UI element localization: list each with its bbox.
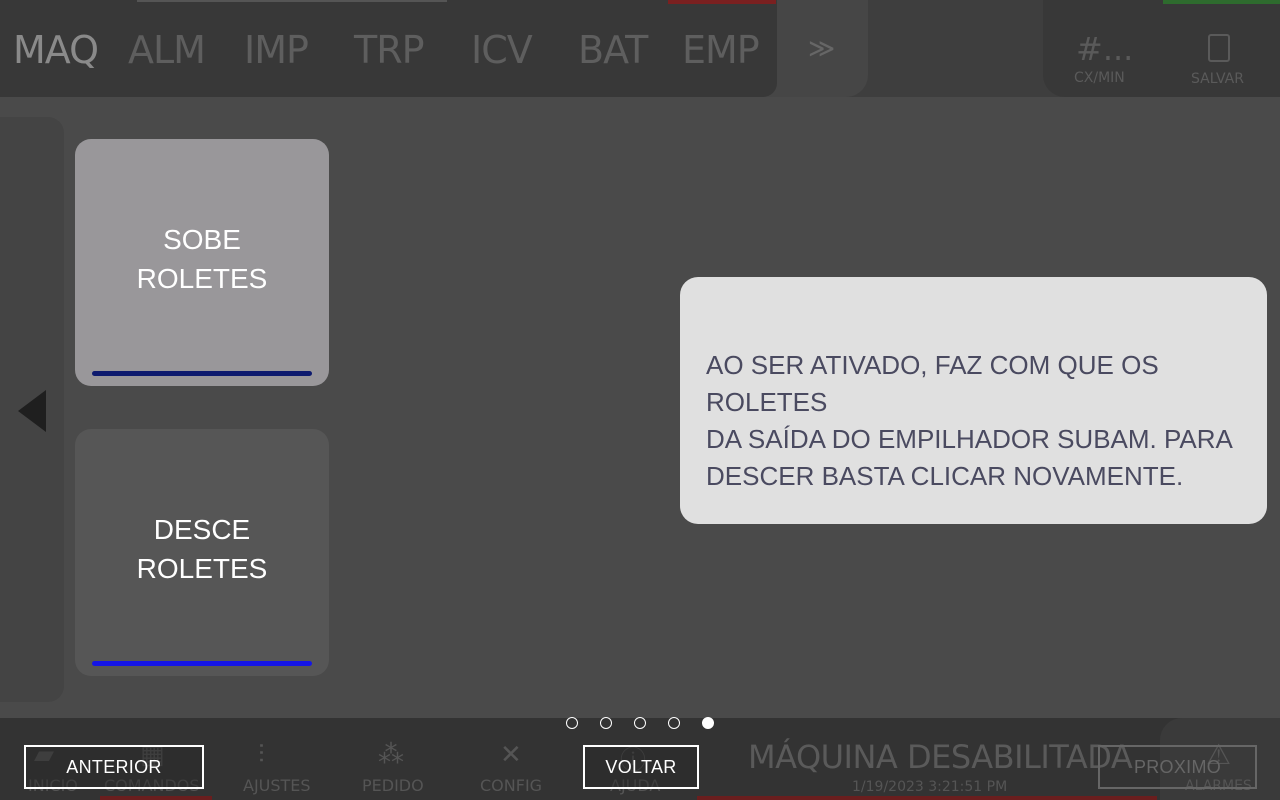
page-dot[interactable] [566, 717, 578, 729]
tab-icv[interactable]: ICV [471, 28, 533, 72]
more-tabs-icon[interactable]: ≫ [808, 34, 835, 64]
tab-bat[interactable]: BAT [578, 28, 648, 72]
nav-pedido[interactable]: PEDIDO [362, 776, 424, 795]
tab-alm[interactable]: ALM [128, 28, 206, 72]
tab-divider [137, 0, 447, 2]
page-dot-active[interactable] [702, 717, 714, 729]
tab-trp[interactable]: TRP [354, 28, 425, 72]
rate-label: CX/MIN [1074, 70, 1125, 86]
tutorial-info-text: AO SER ATIVADO, FAZ COM QUE OS ROLETES D… [706, 350, 1233, 491]
nav-config[interactable]: CONFIG [480, 776, 542, 795]
status-timestamp: 1/19/2023 3:21:51 PM [852, 779, 1008, 795]
raise-rollers-indicator [92, 371, 312, 376]
sd-card-icon[interactable] [1208, 34, 1230, 62]
raise-rollers-button[interactable]: SOBE ROLETES [75, 139, 329, 386]
next-button[interactable]: PROXIMO [1098, 745, 1257, 789]
previous-page-arrow-icon[interactable] [18, 390, 46, 432]
save-label[interactable]: SALVAR [1191, 71, 1244, 87]
nav-ajustes[interactable]: AJUSTES [243, 776, 311, 795]
sliders-icon[interactable]: ⫶ [258, 740, 265, 771]
lower-rollers-button[interactable]: DESCE ROLETES [75, 429, 329, 676]
page-dot[interactable] [634, 717, 646, 729]
back-button[interactable]: VOLTAR [583, 745, 699, 789]
tab-emp[interactable]: EMP [682, 28, 760, 72]
raise-rollers-label: SOBE ROLETES [137, 220, 268, 298]
previous-button[interactable]: ANTERIOR [24, 745, 204, 789]
page-dot[interactable] [600, 717, 612, 729]
rate-value: #... [1076, 30, 1134, 68]
nav-alert-accent [100, 796, 212, 800]
tutorial-info-box: AO SER ATIVADO, FAZ COM QUE OS ROLETES D… [680, 277, 1267, 524]
tab-alert-accent [668, 0, 776, 4]
wrench-icon[interactable]: ✕ [500, 740, 522, 770]
lower-rollers-line2: ROLETES [136, 552, 268, 584]
lower-rollers-label: DESCE ROLETES [137, 510, 268, 588]
page-dot[interactable] [668, 717, 680, 729]
boxes-icon[interactable]: ⁂ [378, 740, 404, 770]
lower-rollers-line1: DESCE [153, 513, 251, 545]
raise-rollers-line2: ROLETES [136, 262, 268, 294]
tab-maq[interactable]: MAQ [13, 28, 99, 72]
lower-rollers-indicator [92, 661, 312, 666]
raise-rollers-line1: SOBE [163, 223, 241, 255]
tab-imp[interactable]: IMP [244, 28, 309, 72]
machine-status: MÁQUINA DESABILITADA [748, 738, 1133, 776]
status-green-accent [1163, 0, 1280, 4]
status-alert-accent [697, 796, 1157, 800]
